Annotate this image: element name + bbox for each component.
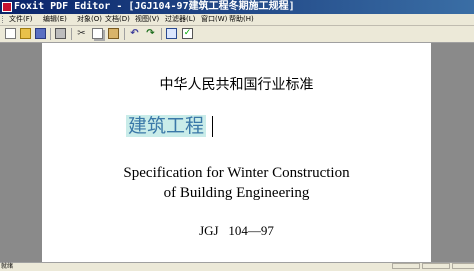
undo-icon[interactable]: ↶ bbox=[129, 28, 140, 39]
pdf-page[interactable]: 中华人民共和国行业标准 建筑工程 Specification for Winte… bbox=[42, 43, 431, 262]
status-cell bbox=[392, 263, 420, 269]
menu-view[interactable]: 视图(V) bbox=[135, 14, 159, 25]
paste-icon[interactable] bbox=[108, 28, 119, 39]
specification-line-2[interactable]: of Building Engineering bbox=[42, 185, 431, 202]
text-cursor bbox=[212, 116, 213, 137]
foxit-app-icon[interactable] bbox=[2, 2, 12, 12]
menu-document[interactable]: 文档(D) bbox=[105, 14, 130, 25]
menu-filter[interactable]: 过滤器(L) bbox=[165, 14, 195, 25]
menu-help[interactable]: 帮助(H) bbox=[229, 14, 254, 25]
menu-grip-handle[interactable] bbox=[2, 16, 6, 23]
document-title[interactable]: 中华人民共和国行业标准 bbox=[42, 74, 431, 94]
menu-object[interactable]: 对象(O) bbox=[77, 14, 102, 25]
status-cell bbox=[422, 263, 450, 269]
title-bar: Foxit PDF Editor - [JGJ104-97建筑工程冬期施工规程] bbox=[0, 0, 474, 14]
copy-icon[interactable] bbox=[92, 28, 103, 39]
open-icon[interactable] bbox=[20, 28, 31, 39]
menu-window[interactable]: 窗口(W) bbox=[201, 14, 227, 25]
new-icon[interactable] bbox=[5, 28, 16, 39]
cut-icon[interactable]: ✂ bbox=[76, 28, 87, 39]
specification-line-1[interactable]: Specification for Winter Construction bbox=[42, 165, 431, 182]
toolbar-separator bbox=[50, 28, 51, 40]
toolbar: ✂ ↶ ↷ ✓ bbox=[0, 26, 474, 43]
window-title: Foxit PDF Editor - [JGJ104-97建筑工程冬期施工规程] bbox=[14, 1, 295, 12]
standard-code[interactable]: JGJ 104—97 bbox=[42, 223, 431, 239]
toolbar-separator bbox=[124, 28, 125, 40]
redo-icon[interactable]: ↷ bbox=[145, 28, 156, 39]
document-workspace[interactable]: 中华人民共和国行业标准 建筑工程 Specification for Winte… bbox=[0, 43, 474, 262]
save-icon[interactable] bbox=[35, 28, 46, 39]
menu-bar: 文件(F) 编辑(E) 对象(O) 文档(D) 视图(V) 过滤器(L) 窗口(… bbox=[0, 14, 474, 26]
toolbar-separator bbox=[71, 28, 72, 40]
selected-subtitle-text[interactable]: 建筑工程 bbox=[126, 115, 207, 137]
status-cell bbox=[452, 263, 474, 269]
print-icon[interactable] bbox=[55, 28, 66, 39]
check-icon[interactable]: ✓ bbox=[182, 28, 193, 39]
menu-edit[interactable]: 编辑(E) bbox=[43, 14, 67, 25]
properties-icon[interactable] bbox=[166, 28, 177, 39]
menu-file[interactable]: 文件(F) bbox=[9, 14, 33, 25]
toolbar-separator bbox=[161, 28, 162, 40]
